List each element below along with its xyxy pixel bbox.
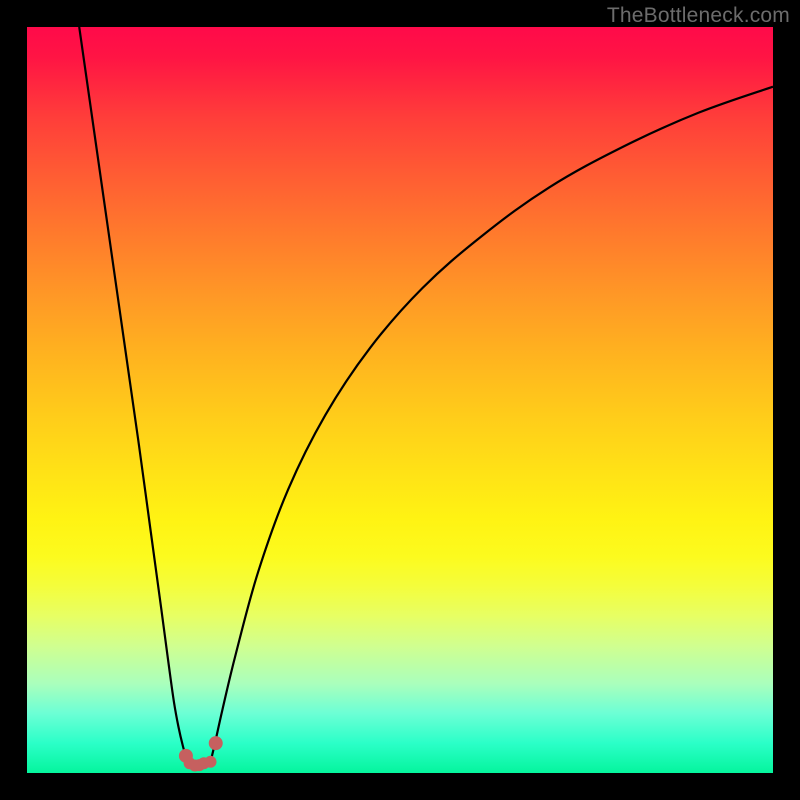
trough-marker	[205, 756, 217, 768]
right-branch-curve	[211, 87, 773, 762]
trough-marker-group	[179, 736, 223, 771]
watermark-text: TheBottleneck.com	[607, 4, 790, 28]
curve-layer	[27, 27, 773, 773]
plot-area	[27, 27, 773, 773]
trough-marker	[209, 736, 223, 750]
chart-stage: TheBottleneck.com	[0, 0, 800, 800]
left-branch-curve	[79, 27, 189, 763]
